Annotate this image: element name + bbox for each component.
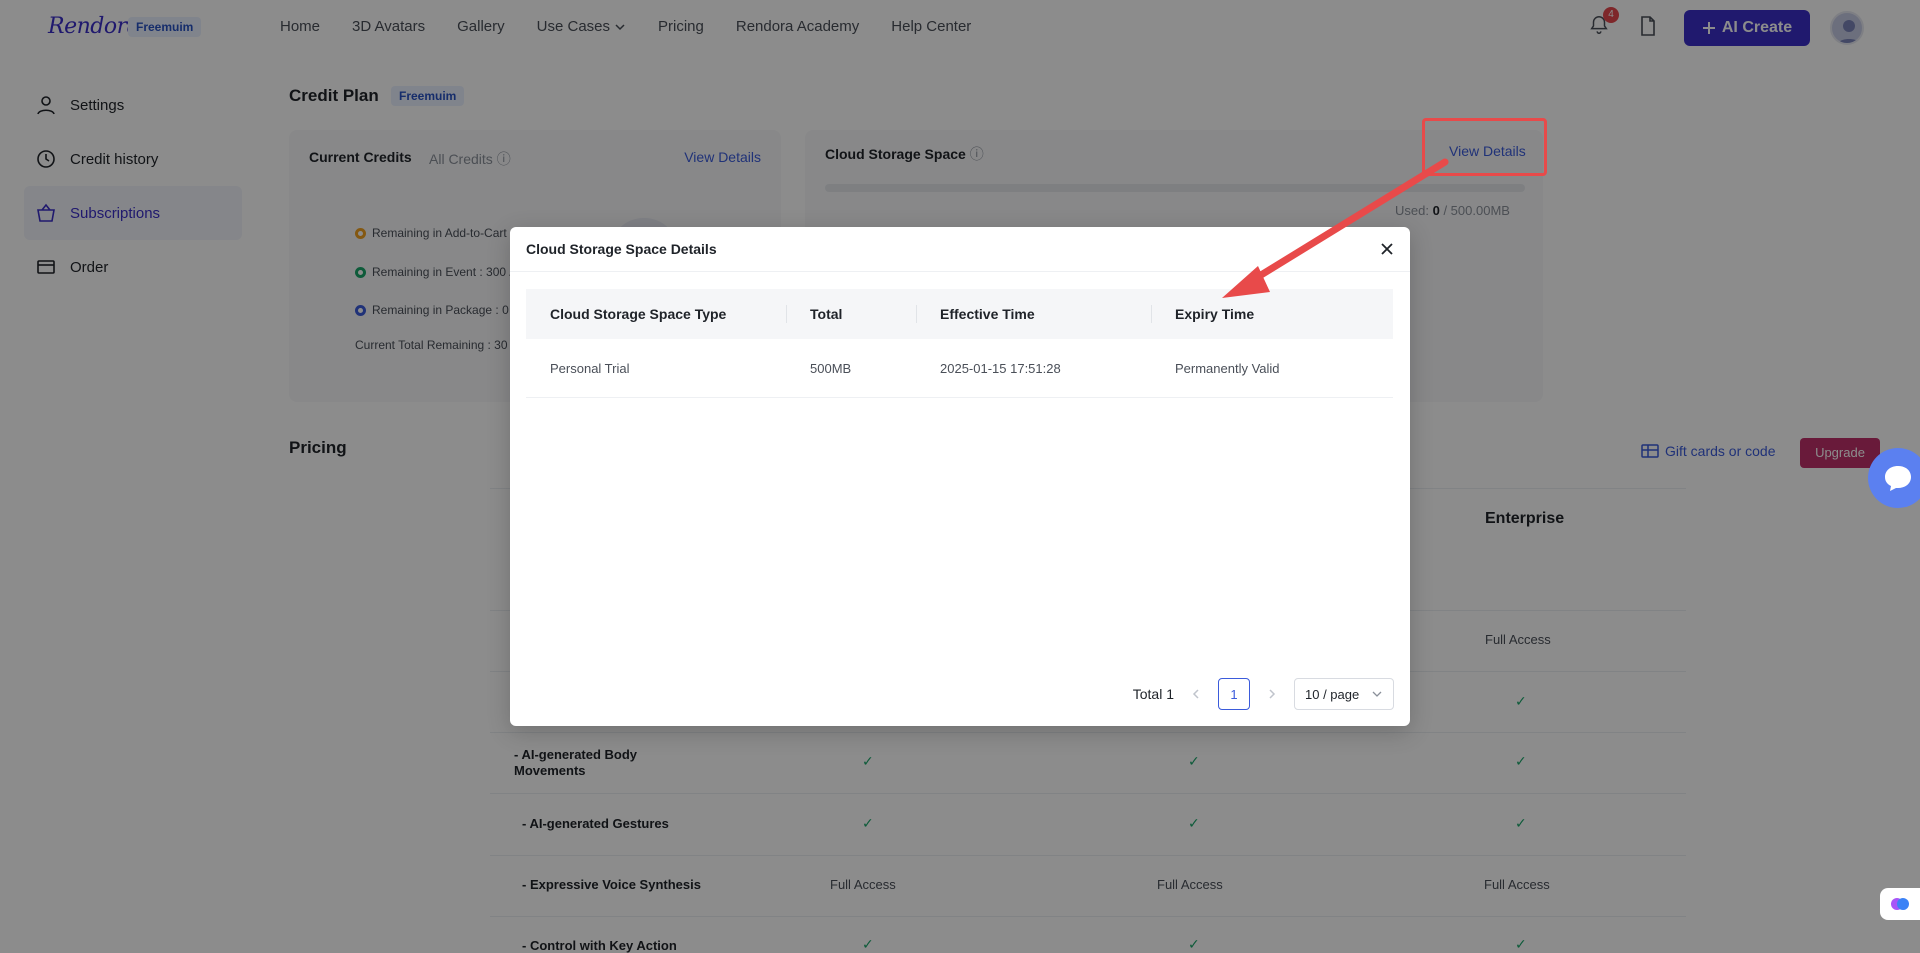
page-number-button[interactable]: 1 [1218, 678, 1250, 710]
page-size-value: 10 / page [1305, 686, 1360, 702]
cell-expiry-time: Permanently Valid [1175, 360, 1280, 376]
close-icon[interactable] [1378, 240, 1396, 258]
cell-effective-time: 2025-01-15 17:51:28 [940, 360, 1061, 376]
col-header-total: Total [810, 306, 843, 322]
prev-page-button[interactable] [1188, 686, 1204, 702]
pagination-total: Total 1 [1132, 686, 1174, 702]
pagination: Total 1 1 10 / page [1133, 678, 1394, 710]
dialog-header: Cloud Storage Space Details [510, 227, 1410, 272]
dialog-title: Cloud Storage Space Details [526, 241, 717, 257]
storage-details-table: Cloud Storage Space Type Total Effective… [526, 289, 1393, 398]
column-separator [786, 305, 787, 323]
cloud-storage-details-dialog: Cloud Storage Space Details Cloud Storag… [510, 227, 1410, 726]
cell-type: Personal Trial [550, 360, 630, 376]
floating-assistant-button[interactable] [1880, 888, 1920, 920]
chevron-left-icon [1192, 689, 1199, 699]
column-separator [916, 305, 917, 323]
chevron-down-icon [1372, 691, 1382, 697]
chat-bubble-icon [1885, 466, 1911, 491]
annotation-highlight-box [1422, 118, 1547, 176]
column-separator [1151, 305, 1152, 323]
brain-icon [1891, 898, 1909, 910]
next-page-button[interactable] [1264, 686, 1280, 702]
table-header-row: Cloud Storage Space Type Total Effective… [526, 289, 1393, 339]
col-header-expiry-time: Expiry Time [1175, 306, 1255, 322]
cell-total: 500MB [810, 360, 852, 376]
page-size-select[interactable]: 10 / page [1294, 678, 1394, 710]
chat-widget-button[interactable] [1868, 448, 1920, 508]
col-header-type: Cloud Storage Space Type [550, 306, 727, 322]
col-header-effective-time: Effective Time [940, 306, 1035, 322]
table-row: Personal Trial 500MB 2025-01-15 17:51:28… [526, 339, 1393, 398]
chevron-right-icon [1269, 689, 1276, 699]
